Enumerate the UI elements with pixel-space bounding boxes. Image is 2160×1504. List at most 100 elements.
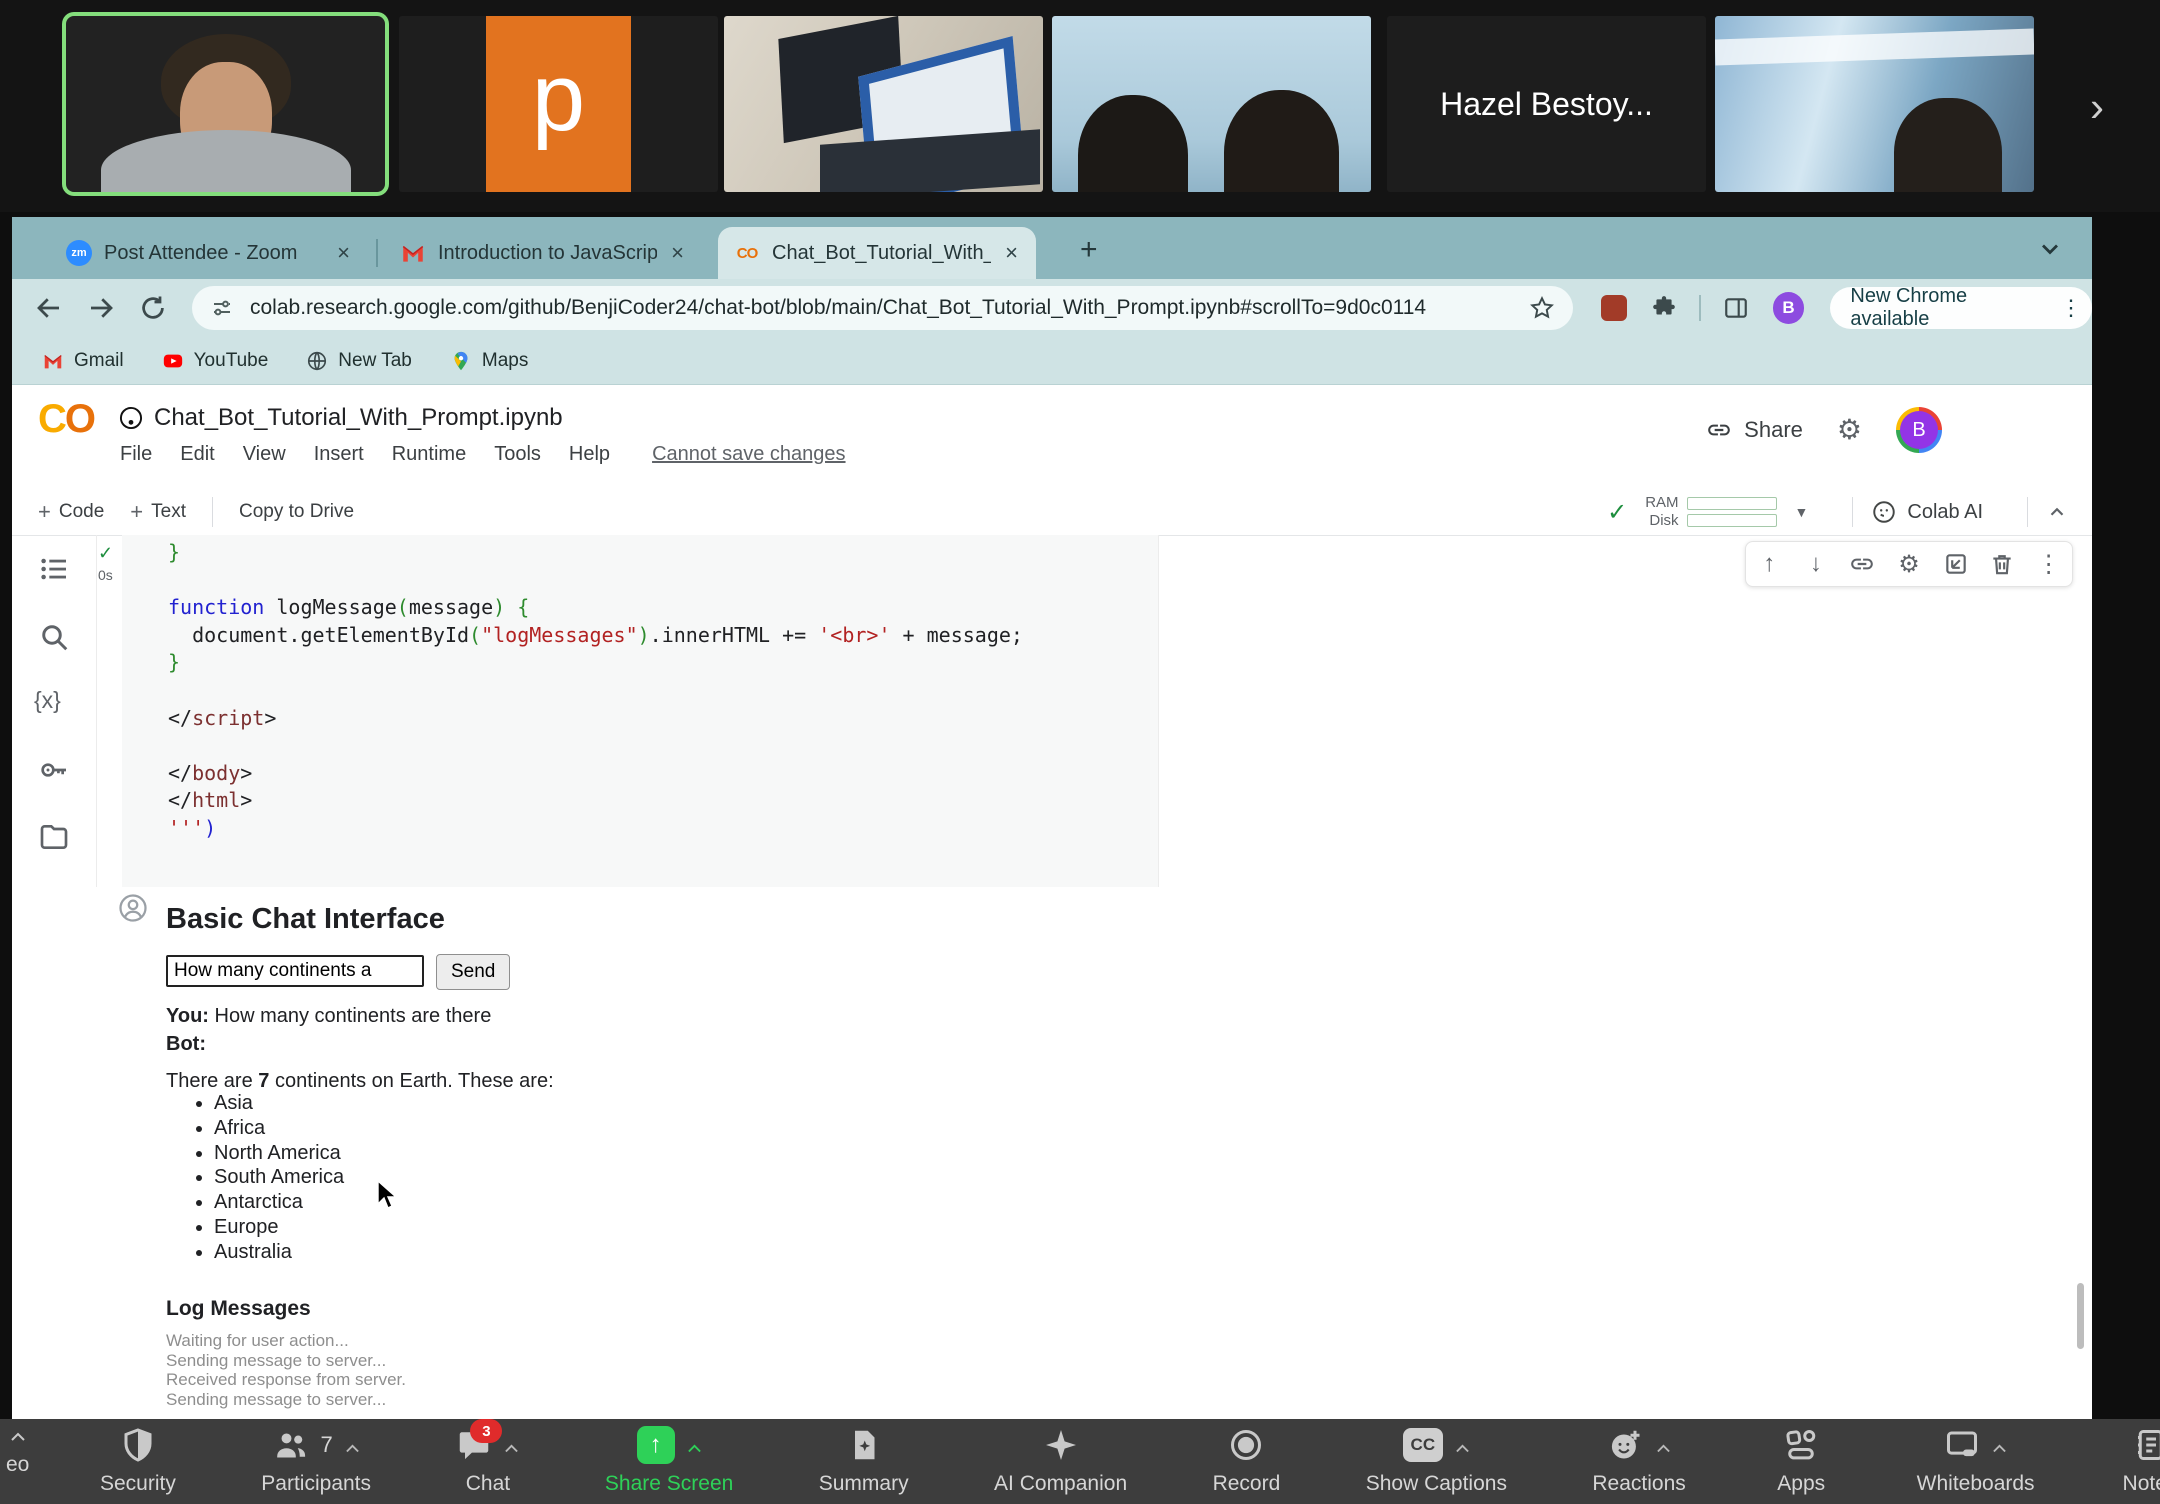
browser-tab-2[interactable]: Introduction to JavaScript - b× [384, 227, 702, 279]
sidebar-variables-icon[interactable]: {x} [34, 687, 61, 714]
dock-item-apps[interactable]: Apps [1771, 1425, 1831, 1496]
toc-icon[interactable] [38, 553, 70, 585]
chevron-up-icon[interactable] [504, 1441, 519, 1450]
zoom-control-bar: eo Security 7Participants 3Chat ↑Share Scre… [0, 1419, 2160, 1504]
dock-item-summary[interactable]: Summary [819, 1425, 909, 1496]
chevron-up-icon[interactable] [1992, 1441, 2007, 1450]
search-icon[interactable] [38, 621, 70, 653]
browser-tab-1[interactable]: zmPost Attendee - Zoom× [50, 227, 368, 279]
browser-profile-avatar[interactable]: B [1773, 292, 1805, 324]
bookmark-new-tab[interactable]: New Tab [306, 350, 412, 372]
chevron-up-icon[interactable] [1656, 1441, 1671, 1450]
extensions-puzzle-icon[interactable] [1651, 295, 1677, 321]
two-participants-video[interactable] [1052, 16, 1371, 192]
tab-close-icon[interactable]: × [335, 240, 352, 266]
dock-item-participants[interactable]: 7Participants [261, 1425, 371, 1496]
resource-monitor[interactable]: RAMDisk [1645, 494, 1776, 530]
code-editor-text[interactable]: } function logMessage(message) { documen… [168, 539, 1023, 843]
scrollbar-thumb[interactable] [2077, 1283, 2084, 1349]
chat-message-input[interactable] [166, 955, 424, 987]
dock-item-chat[interactable]: 3Chat [456, 1425, 519, 1496]
log-heading: Log Messages [166, 1297, 311, 1321]
menu-view[interactable]: View [243, 443, 286, 466]
continent-item: South America [214, 1165, 344, 1190]
speaker-video[interactable] [66, 16, 385, 192]
dock-label: Apps [1777, 1472, 1825, 1496]
share-button[interactable]: Share [1706, 417, 1803, 443]
back-icon[interactable] [34, 293, 64, 323]
continent-item: Africa [214, 1116, 344, 1141]
reload-icon[interactable] [138, 293, 168, 323]
side-panel-icon[interactable] [1723, 295, 1749, 321]
dock-item-ai-companion[interactable]: AI Companion [994, 1425, 1127, 1496]
dock-item-reactions[interactable]: Reactions [1592, 1425, 1685, 1496]
browser-tab-3[interactable]: COChat_Bot_Tutorial_With_Pron× [718, 227, 1036, 279]
address-bar[interactable]: colab.research.google.com/github/BenjiCo… [192, 286, 1573, 330]
ai-companion-icon [1043, 1427, 1079, 1463]
save-status-link[interactable]: Cannot save changes [652, 443, 845, 466]
new-tab-button[interactable]: + [1080, 235, 1098, 265]
add-code-button[interactable]: +Code [38, 499, 104, 525]
dock-item-whiteboards[interactable]: Whiteboards [1917, 1425, 2035, 1496]
chevron-up-icon[interactable] [1455, 1441, 1470, 1450]
menu-file[interactable]: File [120, 443, 152, 466]
dock-item-record[interactable]: Record [1213, 1425, 1281, 1496]
move-down-icon[interactable]: ↓ [1803, 551, 1829, 577]
extension-icon[interactable] [1601, 295, 1627, 321]
trash-icon[interactable] [1989, 551, 2015, 577]
runtime-dropdown-icon[interactable]: ▼ [1795, 504, 1809, 520]
copy-to-drive-button[interactable]: Copy to Drive [239, 501, 354, 523]
colab-logo[interactable]: CO [38, 397, 94, 442]
gear-icon[interactable]: ⚙ [1896, 551, 1922, 577]
bookmark-maps[interactable]: Maps [450, 350, 528, 372]
secrets-icon[interactable] [38, 754, 70, 786]
menu-runtime[interactable]: Runtime [392, 443, 466, 466]
link-icon[interactable] [1849, 551, 1875, 577]
site-settings-icon[interactable] [210, 296, 234, 320]
notebook-title[interactable]: Chat_Bot_Tutorial_With_Prompt.ipynb [154, 404, 563, 432]
files-icon[interactable] [38, 821, 70, 853]
forward-icon[interactable] [86, 293, 116, 323]
code-line: </body> [168, 760, 1023, 788]
tab-close-icon[interactable]: × [1003, 240, 1020, 266]
menu-help[interactable]: Help [569, 443, 610, 466]
settings-gear-icon[interactable]: ⚙ [1837, 416, 1862, 444]
colab-account-avatar[interactable]: B [1896, 407, 1942, 453]
open-window-icon[interactable] [1943, 551, 1969, 577]
gallery-next-icon[interactable]: › [2090, 86, 2104, 128]
url-text[interactable]: colab.research.google.com/github/BenjiCo… [250, 296, 1529, 320]
chevron-up-icon[interactable] [10, 1429, 26, 1439]
laptop-desk-video[interactable] [724, 16, 1043, 192]
menu-tools[interactable]: Tools [494, 443, 541, 466]
move-up-icon[interactable]: ↑ [1756, 551, 1782, 577]
more-icon[interactable]: ⋮ [2036, 551, 2062, 577]
tab-title: Post Attendee - Zoom [104, 242, 323, 265]
add-text-button[interactable]: +Text [130, 499, 186, 525]
bookmark-star-icon[interactable] [1529, 295, 1555, 321]
tab-close-icon[interactable]: × [669, 240, 686, 266]
tab-search-chevron-icon[interactable] [2036, 235, 2064, 263]
chevron-up-icon[interactable] [345, 1441, 360, 1450]
dock-item-share-screen[interactable]: ↑Share Screen [605, 1425, 733, 1496]
tarp-video[interactable] [1715, 16, 2034, 192]
bot-label-line: Bot: [166, 1033, 206, 1056]
record-icon [1228, 1427, 1264, 1463]
named-participant[interactable]: Hazel Bestoy... [1387, 16, 1706, 192]
dock-item-security[interactable]: Security [100, 1425, 176, 1496]
chevron-up-icon[interactable] [687, 1441, 702, 1450]
menu-edit[interactable]: Edit [180, 443, 214, 466]
bookmark-gmail[interactable]: Gmail [42, 350, 124, 372]
menu-insert[interactable]: Insert [314, 443, 364, 466]
continent-item: North America [214, 1141, 344, 1166]
code-line [168, 732, 1023, 760]
dock-item-notes[interactable]: Notes [2120, 1425, 2160, 1496]
dock-item-video-partial[interactable]: eo [6, 1429, 29, 1477]
bookmark-youtube[interactable]: YouTube [162, 350, 269, 372]
collapse-toolbar-icon[interactable] [2046, 501, 2068, 523]
send-button[interactable]: Send [436, 954, 510, 990]
letter-participant[interactable]: p [399, 16, 718, 192]
dock-item-show-captions[interactable]: CCShow Captions [1366, 1425, 1507, 1496]
new-chrome-available-button[interactable]: New Chrome available ⋮ [1830, 287, 2092, 329]
colab-ai-button[interactable]: Colab AI [1871, 499, 1983, 525]
more-options-icon[interactable]: ⋮ [2060, 295, 2082, 321]
